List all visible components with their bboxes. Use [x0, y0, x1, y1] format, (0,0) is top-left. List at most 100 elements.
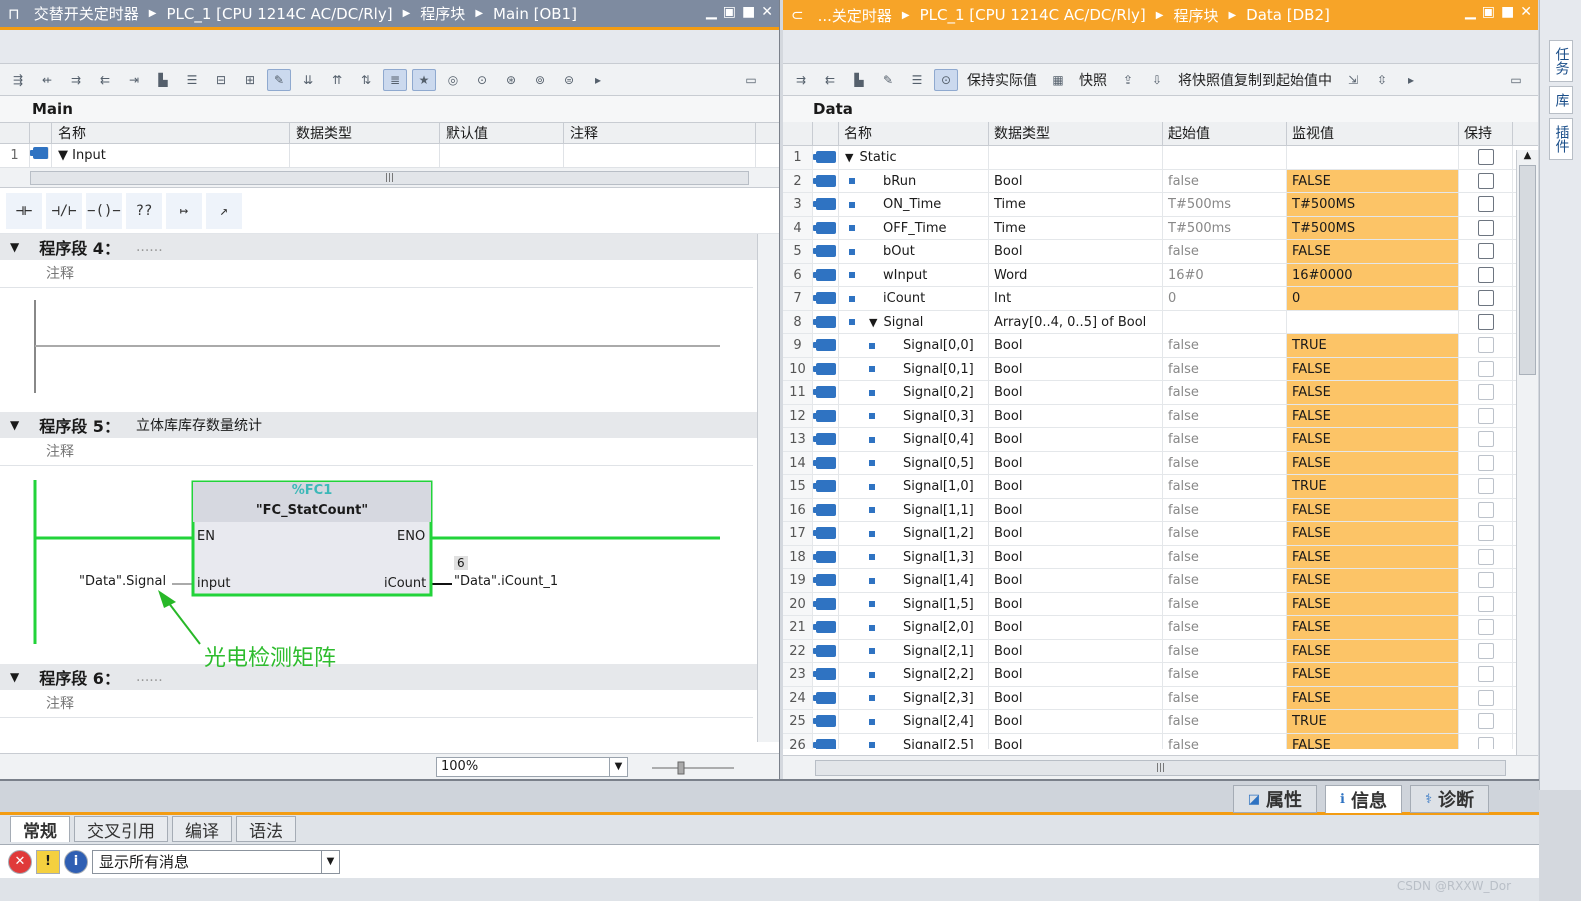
var-start[interactable]: false [1163, 616, 1287, 639]
copy-icon[interactable]: ⇩ [1145, 69, 1169, 91]
var-start[interactable]: false [1163, 686, 1287, 709]
breadcrumb-plc[interactable]: PLC_1 [CPU 1214C AC/DC/Rly] [920, 6, 1146, 24]
maximize-icon[interactable]: ■ [742, 4, 755, 20]
diagnostics-tab[interactable]: ⚕ 诊断 [1409, 785, 1489, 813]
retain-checkbox[interactable] [1477, 525, 1494, 542]
retain-checkbox[interactable] [1477, 266, 1494, 283]
snapshot-button[interactable]: 快照 [1075, 70, 1111, 90]
db-vscroll[interactable]: ▲ [1516, 150, 1538, 755]
expand-arrow-icon[interactable]: ▼ [58, 148, 68, 163]
empty-box-icon[interactable]: ?? [126, 192, 162, 229]
monitor-block-icon[interactable]: ▙ [151, 69, 175, 91]
var-start[interactable]: false [1163, 733, 1287, 749]
db-row[interactable]: 21 Signal[2,0] Bool false FALSE [783, 616, 1516, 640]
add-row-icon[interactable]: ⇇ [93, 69, 117, 91]
monitor-block-icon[interactable]: ▙ [847, 69, 871, 91]
retain-checkbox[interactable] [1477, 642, 1494, 659]
goto-icon[interactable]: ⇥ [122, 69, 146, 91]
coil-icon[interactable]: −()− [86, 192, 122, 229]
tasks-tab[interactable]: 任务 [1548, 40, 1573, 82]
open-branch-icon[interactable]: ↦ [166, 192, 202, 229]
libraries-tab[interactable]: 库 [1548, 86, 1573, 114]
network-5-comment[interactable]: 注释 [0, 438, 753, 466]
close-branch-icon[interactable]: ↗ [206, 192, 242, 229]
layout-icon[interactable]: ▭ [739, 69, 763, 91]
retain-checkbox[interactable] [1477, 243, 1494, 260]
var-start[interactable]: T#500ms [1163, 193, 1287, 216]
db-row[interactable]: 11 Signal[0,2] Bool false FALSE [783, 381, 1516, 405]
minimize-icon[interactable]: ▁ [1465, 4, 1476, 20]
db-row[interactable]: 2 bRun Bool false FALSE [783, 169, 1516, 193]
info-filter-icon[interactable]: i [64, 849, 88, 874]
apply-icon[interactable]: ⇲ [1341, 69, 1365, 91]
copy-snapshot-button[interactable]: 将快照值复制到起始值中 [1174, 70, 1336, 90]
insert-network-icon[interactable]: ⇶ [6, 69, 30, 91]
compare-icon[interactable]: ⊜ [557, 69, 581, 91]
db-row[interactable]: 7 iCount Int 0 0 [783, 287, 1516, 311]
retain-checkbox[interactable] [1477, 666, 1494, 683]
collapse-icon[interactable]: ▼ [10, 240, 19, 254]
collapse-icon[interactable]: ▼ [10, 418, 19, 432]
db-row[interactable]: 14 Signal[0,5] Bool false FALSE [783, 451, 1516, 475]
db-hscroll[interactable]: ||| [783, 755, 1538, 779]
retain-checkbox[interactable] [1477, 360, 1494, 377]
db-row[interactable]: 26 Signal[2,5] Bool false FALSE [783, 733, 1516, 749]
breadcrumb-project[interactable]: ...关定时器 [818, 5, 892, 26]
var-start[interactable]: false [1163, 428, 1287, 451]
apply2-icon[interactable]: ⇳ [1370, 69, 1394, 91]
retain-checkbox[interactable] [1477, 431, 1494, 448]
network-6-comment[interactable]: 注释 [0, 690, 753, 718]
db-row[interactable]: 19 Signal[1,4] Bool false FALSE [783, 569, 1516, 593]
retain-checkbox[interactable] [1477, 548, 1494, 565]
collapse-icon[interactable]: ⊟ [209, 69, 233, 91]
var-start[interactable]: false [1163, 498, 1287, 521]
var-start[interactable]: false [1163, 475, 1287, 498]
maximize-icon[interactable]: ■ [1501, 4, 1514, 20]
db-row[interactable]: 3 ON_Time Time T#500ms T#500MS [783, 193, 1516, 217]
db-row[interactable]: 25 Signal[2,4] Bool false TRUE [783, 710, 1516, 734]
vscroll-thumb[interactable] [1519, 165, 1536, 375]
add-row-icon[interactable]: ⇇ [818, 69, 842, 91]
var-start[interactable]: false [1163, 381, 1287, 404]
load-icon[interactable]: ⇪ [1116, 69, 1140, 91]
var-start[interactable] [1163, 146, 1287, 169]
retain-checkbox[interactable] [1477, 407, 1494, 424]
db-row[interactable]: 12 Signal[0,3] Bool false FALSE [783, 404, 1516, 428]
zoom-slider[interactable] [650, 758, 740, 778]
warning-filter-icon[interactable]: ! [36, 849, 60, 874]
collapse-icon[interactable]: ▼ [10, 670, 19, 684]
retain-checkbox[interactable] [1477, 501, 1494, 518]
var-start[interactable]: 0 [1163, 287, 1287, 310]
retain-checkbox[interactable] [1477, 572, 1494, 589]
retain-checkbox[interactable] [1477, 736, 1494, 749]
db-row[interactable]: 8 ▼ Signal Array[0..4, 0..5] of Bool [783, 310, 1516, 334]
var-start[interactable]: false [1163, 592, 1287, 615]
scroll-up-icon[interactable]: ▲ [1517, 150, 1538, 161]
var-start[interactable]: false [1163, 639, 1287, 662]
var-start[interactable]: false [1163, 522, 1287, 545]
nc-contact-icon[interactable]: ⊣/⊢ [46, 192, 82, 229]
close-icon[interactable]: ✕ [1520, 4, 1532, 20]
monitor-glasses-icon[interactable]: ⊙ [470, 69, 494, 91]
fav-icon[interactable]: ⇅ [354, 69, 378, 91]
db-row[interactable]: 24 Signal[2,3] Bool false FALSE [783, 686, 1516, 710]
retain-checkbox[interactable] [1477, 313, 1494, 330]
layout-icon[interactable]: ▭ [1504, 69, 1528, 91]
var-start[interactable]: false [1163, 404, 1287, 427]
var-start[interactable]: false [1163, 545, 1287, 568]
general-tab[interactable]: 常规 [10, 816, 70, 842]
network-4-header[interactable]: ▼ 程序段 4：...... [0, 234, 757, 260]
keep-actual-values-button[interactable]: 保持实际值 [963, 70, 1041, 90]
favorites-icon[interactable]: ★ [412, 68, 436, 91]
interface-row[interactable]: 1 ▼ Input [0, 144, 779, 168]
insert-row-icon[interactable]: ⇉ [64, 69, 88, 91]
db-row[interactable]: 1 ▼ Static [783, 146, 1516, 170]
float-icon[interactable]: ▣ [723, 4, 736, 20]
breadcrumb-project[interactable]: 交替开关定时器 [34, 3, 139, 24]
absolute-address-icon[interactable]: ≣ [383, 68, 407, 91]
pin-icon[interactable]: ⊓ [8, 5, 20, 23]
expand-icon[interactable]: ⊞ [238, 69, 262, 91]
overflow-icon[interactable]: ▸ [586, 69, 610, 91]
retain-checkbox[interactable] [1477, 149, 1494, 166]
network-6-header[interactable]: ▼ 程序段 6：...... [0, 664, 757, 690]
